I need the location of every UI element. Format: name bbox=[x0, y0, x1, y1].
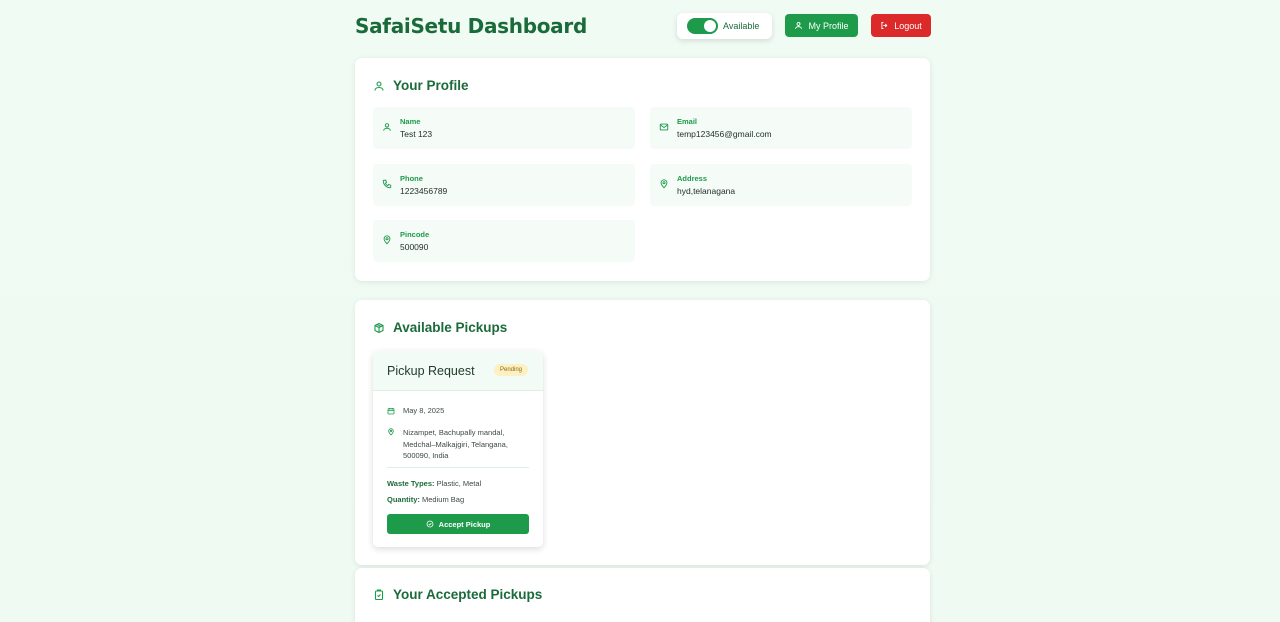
field-label: Phone bbox=[400, 174, 423, 183]
profile-field-email: Email temp123456@gmail.com bbox=[650, 107, 912, 149]
pickups-title-text: Available Pickups bbox=[393, 320, 508, 335]
accepted-section-title: Your Accepted Pickups bbox=[373, 587, 542, 602]
user-icon bbox=[795, 22, 803, 29]
accepted-title-text: Your Accepted Pickups bbox=[393, 587, 543, 602]
calendar-icon bbox=[387, 408, 395, 415]
profile-field-pincode: Pincode 500090 bbox=[373, 220, 635, 262]
availability-toggle[interactable]: Available bbox=[677, 13, 772, 39]
clipboard-check-icon bbox=[374, 588, 384, 600]
profile-field-name: Name Test 123 bbox=[373, 107, 635, 149]
quantity-label: Quantity: bbox=[387, 495, 420, 504]
phone-icon bbox=[382, 179, 392, 189]
pickup-request-card: Pickup Request Pending May 8, 2025 Nizam… bbox=[373, 351, 543, 547]
my-profile-label: My Profile bbox=[808, 20, 849, 31]
pickup-card-header: Pickup Request Pending bbox=[373, 351, 543, 391]
field-label: Name bbox=[400, 117, 421, 126]
pickup-address: Nizampet, Bachupally mandal, Medchal–Mal… bbox=[403, 428, 508, 460]
profile-title-text: Your Profile bbox=[393, 78, 469, 93]
pickup-date-row: May 8, 2025 bbox=[387, 406, 444, 415]
logout-icon bbox=[881, 22, 888, 29]
pickup-date: May 8, 2025 bbox=[403, 406, 445, 415]
accept-pickup-label: Accept Pickup bbox=[438, 519, 491, 529]
profile-field-address: Address hyd,telanagana bbox=[650, 164, 912, 206]
waste-types-row: Waste Types: Plastic, Metal bbox=[387, 479, 481, 488]
field-label: Pincode bbox=[400, 230, 430, 239]
divider bbox=[387, 467, 529, 468]
package-icon bbox=[374, 322, 384, 333]
check-circle-icon bbox=[426, 520, 434, 528]
pickup-address-row: Nizampet, Bachupally mandal, Medchal–Mal… bbox=[387, 427, 521, 462]
profile-section-title: Your Profile bbox=[373, 78, 469, 93]
field-value: 500090 bbox=[400, 242, 429, 252]
pickup-title: Pickup Request bbox=[387, 364, 475, 378]
header: SafaiSetu Dashboard Available My Profile… bbox=[355, 12, 931, 40]
waste-types-label: Waste Types: bbox=[387, 479, 435, 488]
logout-label: Logout bbox=[894, 20, 922, 31]
status-badge: Pending bbox=[494, 364, 529, 376]
field-label: Address bbox=[677, 174, 708, 183]
quantity-row: Quantity: Medium Bag bbox=[387, 495, 464, 504]
profile-card: Your Profile Name Test 123 Email temp123… bbox=[355, 58, 930, 281]
user-icon bbox=[383, 123, 391, 131]
map-pin-icon bbox=[383, 235, 391, 245]
logout-button[interactable]: Logout bbox=[871, 14, 931, 37]
waste-types-value: Plastic, Metal bbox=[436, 479, 482, 488]
field-value: hyd,telanagana bbox=[677, 186, 736, 196]
user-icon bbox=[374, 80, 384, 91]
toggle-switch[interactable] bbox=[687, 18, 718, 34]
field-value: temp123456@gmail.com bbox=[677, 129, 772, 139]
field-value: Test 123 bbox=[400, 129, 433, 139]
accepted-pickups-card: Your Accepted Pickups bbox=[355, 568, 930, 622]
my-profile-button[interactable]: My Profile bbox=[785, 14, 858, 37]
map-pin-icon bbox=[388, 428, 394, 436]
field-value: 1223456789 bbox=[400, 186, 448, 196]
mail-icon bbox=[659, 123, 669, 131]
pickups-section-title: Available Pickups bbox=[373, 320, 507, 335]
app-title: SafaiSetu Dashboard bbox=[355, 14, 587, 38]
accept-pickup-button[interactable]: Accept Pickup bbox=[387, 514, 529, 534]
quantity-value: Medium Bag bbox=[422, 495, 465, 504]
toggle-knob bbox=[704, 20, 716, 32]
profile-field-phone: Phone 1223456789 bbox=[373, 164, 635, 206]
map-pin-icon bbox=[660, 179, 668, 189]
availability-label: Available bbox=[723, 21, 760, 31]
available-pickups-card: Available Pickups Pickup Request Pending… bbox=[355, 300, 930, 565]
field-label: Email bbox=[677, 117, 698, 126]
